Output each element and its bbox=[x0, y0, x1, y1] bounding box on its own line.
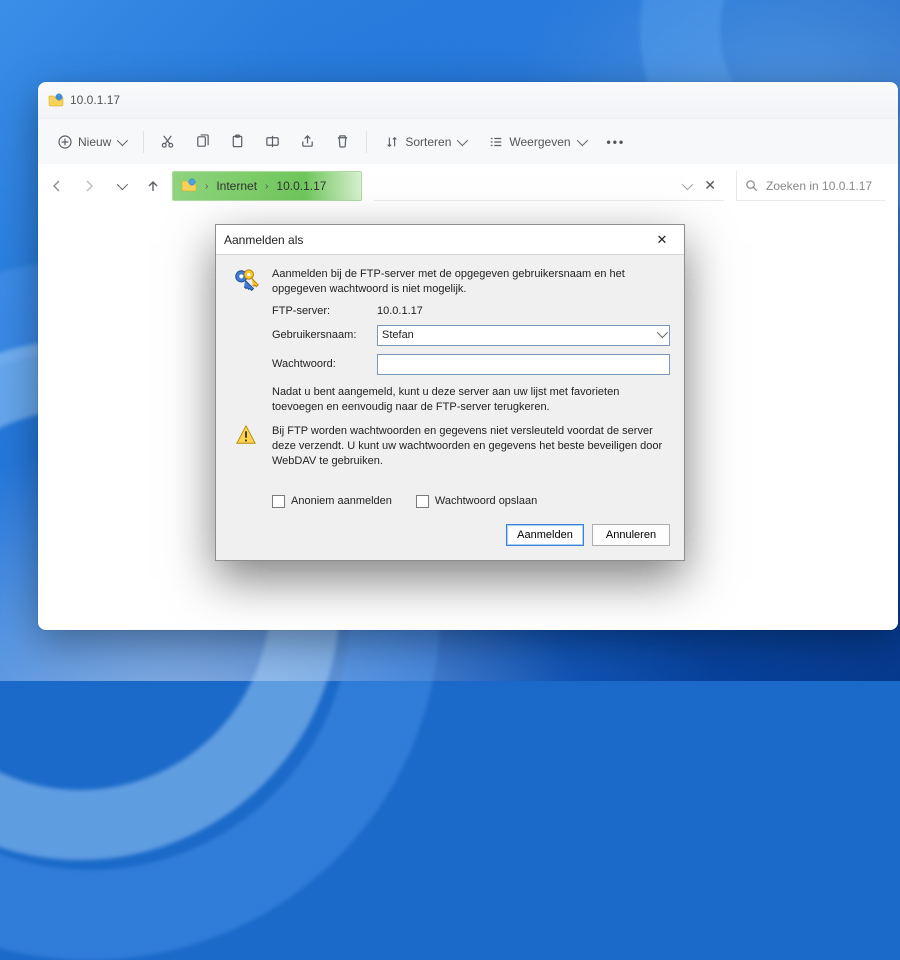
modal-overlay: Aanmelden als ✕ Aanmelden bij de bbox=[0, 0, 900, 681]
save-password-checkbox[interactable]: Wachtwoord opslaan bbox=[416, 495, 537, 508]
anonymous-label: Anoniem aanmelden bbox=[291, 495, 392, 507]
username-label: Gebruikersnaam: bbox=[272, 329, 377, 341]
checkbox-icon bbox=[416, 495, 429, 508]
logon-dialog: Aanmelden als ✕ Aanmelden bij de bbox=[215, 224, 685, 561]
username-value: Stefan bbox=[382, 329, 414, 341]
close-button[interactable]: ✕ bbox=[648, 229, 676, 251]
dialog-titlebar[interactable]: Aanmelden als ✕ bbox=[216, 225, 684, 255]
warning-icon bbox=[230, 424, 262, 446]
keys-icon bbox=[230, 267, 262, 297]
username-combobox[interactable]: Stefan bbox=[377, 325, 670, 346]
chevron-down-icon bbox=[657, 330, 665, 340]
password-label: Wachtwoord: bbox=[272, 358, 377, 370]
dialog-message: Aanmelden bij de FTP-server met de opgeg… bbox=[272, 267, 670, 297]
security-warning: Bij FTP worden wachtwoorden en gegevens … bbox=[272, 424, 670, 469]
server-value: 10.0.1.17 bbox=[377, 305, 670, 317]
favorites-hint: Nadat u bent aangemeld, kunt u deze serv… bbox=[272, 385, 670, 415]
checkbox-icon bbox=[272, 495, 285, 508]
save-password-label: Wachtwoord opslaan bbox=[435, 495, 537, 507]
logon-button[interactable]: Aanmelden bbox=[506, 524, 584, 546]
cancel-button[interactable]: Annuleren bbox=[592, 524, 670, 546]
password-input[interactable] bbox=[377, 354, 670, 375]
server-label: FTP-server: bbox=[272, 305, 377, 317]
anonymous-checkbox[interactable]: Anoniem aanmelden bbox=[272, 495, 392, 508]
dialog-title: Aanmelden als bbox=[224, 233, 303, 247]
